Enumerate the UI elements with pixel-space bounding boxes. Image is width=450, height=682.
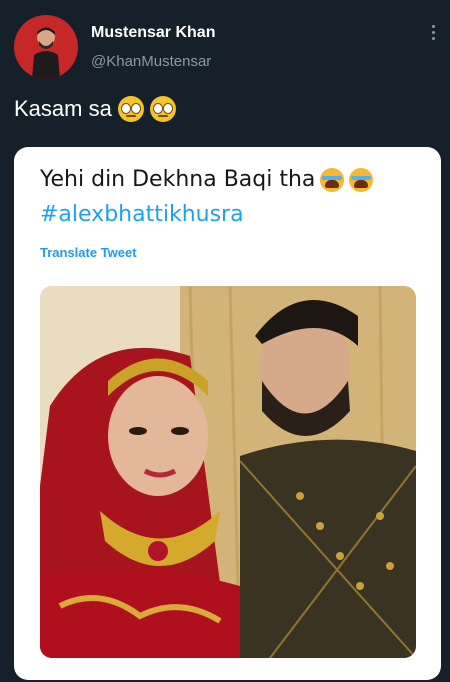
tweet-text-content: Kasam sa — [14, 96, 112, 121]
tweet-header: Mustensar Khan @KhanMustensar — [0, 0, 450, 90]
author-name[interactable]: Mustensar Khan — [91, 24, 215, 42]
hashtag-link[interactable]: #alexbhattikhusra — [40, 202, 244, 227]
tweet-text: Kasam sa — [14, 96, 176, 122]
wedding-couple-photo[interactable] — [40, 286, 416, 658]
card-title: Yehi din Dekhna Baqi tha — [40, 167, 374, 192]
avatar-person-icon — [32, 27, 60, 79]
more-options-icon[interactable] — [425, 22, 441, 46]
crying-emoji — [349, 167, 374, 192]
avatar[interactable] — [14, 15, 78, 79]
card-title-text: Yehi din Dekhna Baqi tha — [40, 167, 316, 192]
rolling-eyes-emoji — [117, 96, 144, 122]
wedding-photo-illustration — [40, 286, 416, 658]
crying-emoji — [320, 167, 345, 192]
quoted-card[interactable]: Yehi din Dekhna Baqi tha #alexbhattikhus… — [14, 147, 441, 680]
author-handle[interactable]: @KhanMustensar — [91, 53, 211, 70]
rolling-eyes-emoji — [149, 96, 176, 122]
translate-tweet-link[interactable]: Translate Tweet — [40, 245, 137, 260]
